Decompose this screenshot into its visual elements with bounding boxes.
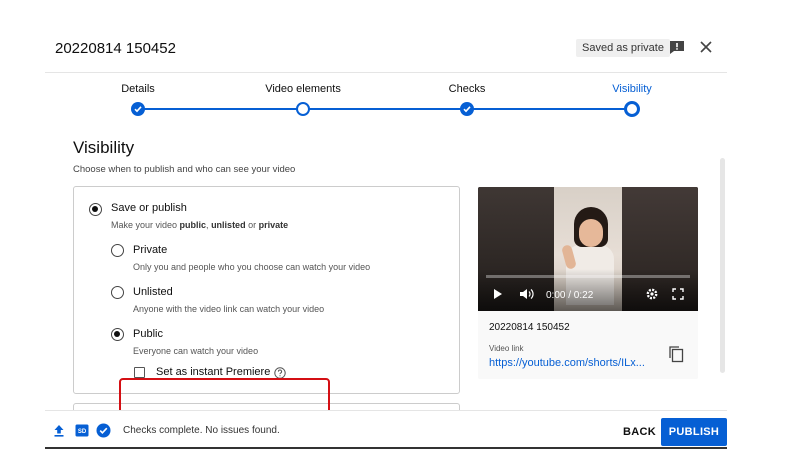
dialog-header: 20220814 150452 Saved as private <box>45 28 727 72</box>
fullscreen-icon[interactable] <box>672 288 684 300</box>
page-title: Visibility <box>73 138 135 157</box>
visibility-panel: Visibility Choose when to publish and wh… <box>45 118 727 410</box>
save-or-publish-description: Make your video public, unlisted or priv… <box>111 220 289 230</box>
step-label-video-elements[interactable]: Video elements <box>265 83 341 95</box>
time-display: 0:00 / 0:22 <box>546 290 594 301</box>
step-label-checks[interactable]: Checks <box>449 83 486 95</box>
private-radio[interactable] <box>111 244 124 257</box>
svg-text:SD: SD <box>78 429 87 435</box>
upload-icon[interactable] <box>53 424 65 437</box>
unlisted-radio[interactable] <box>111 286 124 299</box>
scrollbar[interactable] <box>720 158 725 373</box>
video-thumbnail[interactable]: 0:00 / 0:22 <box>478 187 698 311</box>
instant-premiere-checkbox[interactable] <box>134 367 145 378</box>
save-or-publish-label: Save or publish <box>111 202 187 214</box>
public-radio[interactable] <box>111 328 124 341</box>
step-checks-check-icon[interactable] <box>460 102 474 116</box>
public-description: Everyone can watch your video <box>133 346 259 356</box>
window-bottom-edge <box>45 447 727 449</box>
back-button[interactable]: BACK <box>615 420 664 444</box>
preview-video-title: 20220814 150452 <box>489 322 570 333</box>
video-link-label: Video link <box>489 344 524 353</box>
copy-icon[interactable] <box>668 345 684 363</box>
step-label-details[interactable]: Details <box>121 83 155 95</box>
saved-status-chip: Saved as private <box>576 39 670 57</box>
video-link[interactable]: https://youtube.com/shorts/ILx... <box>489 357 645 369</box>
progress-stepper: Details Video elements Checks Visibility <box>45 72 727 118</box>
step-visibility-dot[interactable] <box>624 101 640 117</box>
public-label[interactable]: Public <box>133 328 163 340</box>
feedback-icon[interactable] <box>669 40 685 54</box>
video-preview-card: 0:00 / 0:22 20220814 150452 Video link h… <box>478 187 698 379</box>
page-subtitle: Choose when to publish and who can see y… <box>73 164 296 175</box>
sd-badge-icon[interactable]: SD <box>75 424 89 437</box>
step-details-check-icon[interactable] <box>131 102 145 116</box>
unlisted-label[interactable]: Unlisted <box>133 286 173 298</box>
thumb-figure-face <box>579 219 603 247</box>
play-icon[interactable] <box>493 288 503 300</box>
dialog-title: 20220814 150452 <box>55 40 176 57</box>
private-label[interactable]: Private <box>133 244 167 256</box>
close-icon[interactable] <box>699 40 713 54</box>
step-label-visibility[interactable]: Visibility <box>612 83 652 95</box>
private-description: Only you and people who you choose can w… <box>133 262 371 272</box>
checks-status-text: Checks complete. No issues found. <box>123 425 280 436</box>
video-progress-bar[interactable] <box>486 275 690 278</box>
upload-dialog: 20220814 150452 Saved as private Details… <box>45 28 727 450</box>
volume-icon[interactable] <box>519 288 535 300</box>
dialog-footer: SD Checks complete. No issues found. BAC… <box>45 410 727 450</box>
stepper-track <box>138 108 632 110</box>
save-or-publish-card: Save or publish Make your video public, … <box>73 186 460 394</box>
settings-icon[interactable] <box>646 288 658 300</box>
unlisted-description: Anyone with the video link can watch you… <box>133 304 325 314</box>
instant-premiere-label[interactable]: Set as instant Premiere <box>156 366 270 378</box>
save-or-publish-radio[interactable] <box>89 203 102 216</box>
annotation-highlight-box <box>119 378 330 410</box>
check-circle-icon[interactable] <box>96 423 111 438</box>
step-video-elements-dot[interactable] <box>296 102 310 116</box>
publish-button[interactable]: PUBLISH <box>661 418 727 446</box>
